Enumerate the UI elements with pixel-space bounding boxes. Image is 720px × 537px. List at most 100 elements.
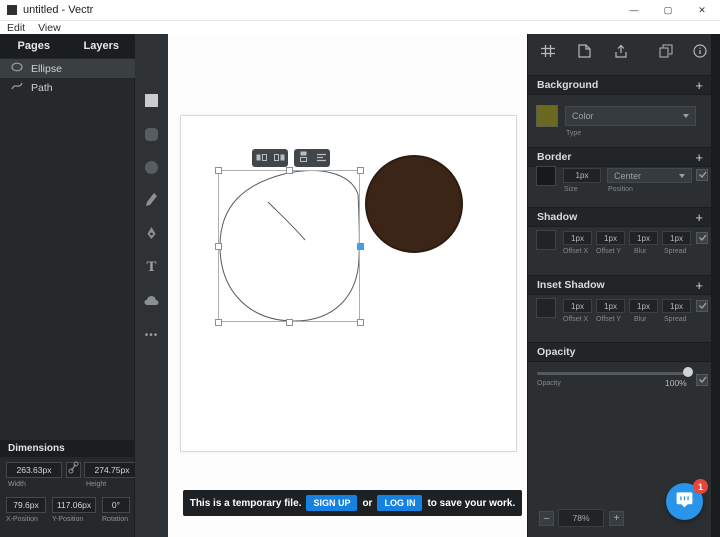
check-icon (698, 371, 707, 389)
check-icon (698, 297, 707, 315)
add-background-button[interactable]: + (695, 79, 703, 92)
selection-handle-bottom-center[interactable] (286, 319, 293, 326)
rounded-rectangle-tool[interactable] (144, 127, 159, 142)
duplicate-page-button[interactable] (654, 42, 678, 64)
shadow-blur-field[interactable]: 1px (629, 231, 658, 245)
lock-aspect-button[interactable] (66, 462, 81, 478)
background-color-swatch[interactable] (536, 105, 558, 127)
height-label: Height (86, 481, 106, 488)
log-in-button[interactable]: LOG IN (377, 495, 422, 511)
shadow-color-swatch[interactable] (536, 230, 556, 250)
menu-bar: Edit View (0, 21, 720, 34)
minimize-button[interactable]: — (617, 0, 651, 20)
height-field[interactable]: 274.75px (84, 462, 140, 478)
zoom-level-field[interactable]: 78% (558, 509, 604, 527)
canvas-area[interactable] (168, 34, 527, 537)
temporary-file-banner: This is a temporary file. SIGN UP or LOG… (183, 490, 522, 516)
opacity-slider-knob[interactable] (683, 367, 693, 377)
right-edge-scrollbar[interactable] (711, 34, 720, 537)
shadow-offset-y-label: Offset Y (596, 248, 621, 255)
opacity-visible-checkbox[interactable] (696, 374, 708, 386)
shadow-offset-x-field[interactable]: 1px (563, 231, 592, 245)
rectangle-tool[interactable] (144, 93, 159, 108)
opacity-slider-track[interactable] (537, 372, 689, 375)
width-field[interactable]: 263.63px (6, 462, 62, 478)
inset-shadow-spread-field[interactable]: 1px (662, 299, 691, 313)
border-color-swatch[interactable] (536, 166, 556, 186)
inset-shadow-color-swatch[interactable] (536, 298, 556, 318)
send-backward-button[interactable] (252, 149, 270, 167)
ellipse-tool[interactable] (144, 160, 159, 175)
banner-suffix: to save your work. (427, 498, 515, 509)
info-button[interactable] (688, 42, 712, 64)
duplicate-icon (659, 44, 673, 63)
x-position-field[interactable]: 79.6px (6, 497, 46, 513)
add-page-button[interactable] (572, 42, 596, 64)
pencil-tool[interactable] (144, 194, 159, 209)
inset-shadow-visible-checkbox[interactable] (696, 300, 708, 312)
menu-view[interactable]: View (38, 22, 61, 34)
selection-handle-bottom-left[interactable] (215, 319, 222, 326)
dimensions-header: Dimensions (0, 440, 135, 457)
selection-handle-bottom-right[interactable] (357, 319, 364, 326)
shadow-visible-checkbox[interactable] (696, 232, 708, 244)
snap-grid-button[interactable] (536, 42, 560, 64)
align-button[interactable] (312, 149, 330, 167)
chat-notification-badge[interactable]: 1 (693, 479, 708, 494)
text-tool[interactable]: T (144, 260, 159, 275)
export-icon (614, 44, 628, 63)
chevron-down-icon (683, 114, 689, 118)
window-title: untitled - Vectr (23, 4, 93, 16)
zoom-in-button[interactable]: + (609, 511, 624, 526)
border-position-select[interactable]: Center (607, 168, 692, 183)
inset-shadow-offset-x-field[interactable]: 1px (563, 299, 592, 313)
selection-handle-top-center[interactable] (286, 167, 293, 174)
add-inset-shadow-button[interactable]: + (695, 279, 703, 292)
maximize-button[interactable]: ▢ (651, 0, 685, 20)
layer-item-ellipse[interactable]: Ellipse (0, 59, 135, 78)
selection-handle-middle-right[interactable] (357, 243, 364, 250)
tab-layers[interactable]: Layers (68, 34, 136, 58)
selection-handle-top-left[interactable] (215, 167, 222, 174)
selection-handle-top-right[interactable] (357, 167, 364, 174)
opacity-value: 100% (665, 378, 687, 388)
add-border-button[interactable]: + (695, 151, 703, 164)
sign-up-button[interactable]: SIGN UP (306, 495, 357, 511)
opacity-section-header: Opacity (528, 342, 712, 362)
inset-shadow-offset-y-label: Offset Y (596, 316, 621, 323)
inset-shadow-offset-y-field[interactable]: 1px (596, 299, 625, 313)
shadow-spread-field[interactable]: 1px (662, 231, 691, 245)
menu-edit[interactable]: Edit (7, 22, 25, 34)
inset-shadow-blur-field[interactable]: 1px (629, 299, 658, 313)
add-shadow-button[interactable]: + (695, 211, 703, 224)
ellipse-shape[interactable] (366, 156, 462, 252)
flip-vertical-button[interactable] (294, 149, 312, 167)
export-button[interactable] (609, 42, 633, 64)
pen-tool[interactable] (144, 228, 159, 243)
border-size-label: Size (564, 186, 578, 193)
left-panel: Pages Layers Ellipse Path Dimensions 263… (0, 34, 135, 537)
close-button[interactable]: ✕ (685, 0, 719, 20)
banner-message: This is a temporary file. (190, 498, 302, 509)
y-position-field[interactable]: 117.06px (52, 497, 96, 513)
bring-forward-button[interactable] (270, 149, 288, 167)
more-tools-button[interactable]: ••• (144, 328, 159, 343)
image-upload-tool[interactable] (144, 294, 159, 309)
rotation-field[interactable]: 0° (102, 497, 130, 513)
background-type-select[interactable]: Color (565, 106, 696, 126)
shadow-offset-y-field[interactable]: 1px (596, 231, 625, 245)
selection-bounding-box[interactable] (218, 170, 360, 322)
border-size-field[interactable]: 1px (563, 168, 601, 183)
selection-handle-middle-left[interactable] (215, 243, 222, 250)
x-position-label: X-Position (6, 516, 38, 523)
background-type-label: Type (566, 130, 581, 137)
ellipse-icon (145, 161, 158, 174)
border-visible-checkbox[interactable] (696, 169, 708, 181)
layer-item-path[interactable]: Path (0, 78, 135, 97)
align-icon (316, 149, 327, 167)
zoom-out-button[interactable]: – (539, 511, 554, 526)
inset-shadow-spread-label: Spread (664, 316, 687, 323)
inset-shadow-offset-x-label: Offset X (563, 316, 588, 323)
tab-pages[interactable]: Pages (0, 34, 68, 58)
border-title: Border (537, 151, 571, 163)
